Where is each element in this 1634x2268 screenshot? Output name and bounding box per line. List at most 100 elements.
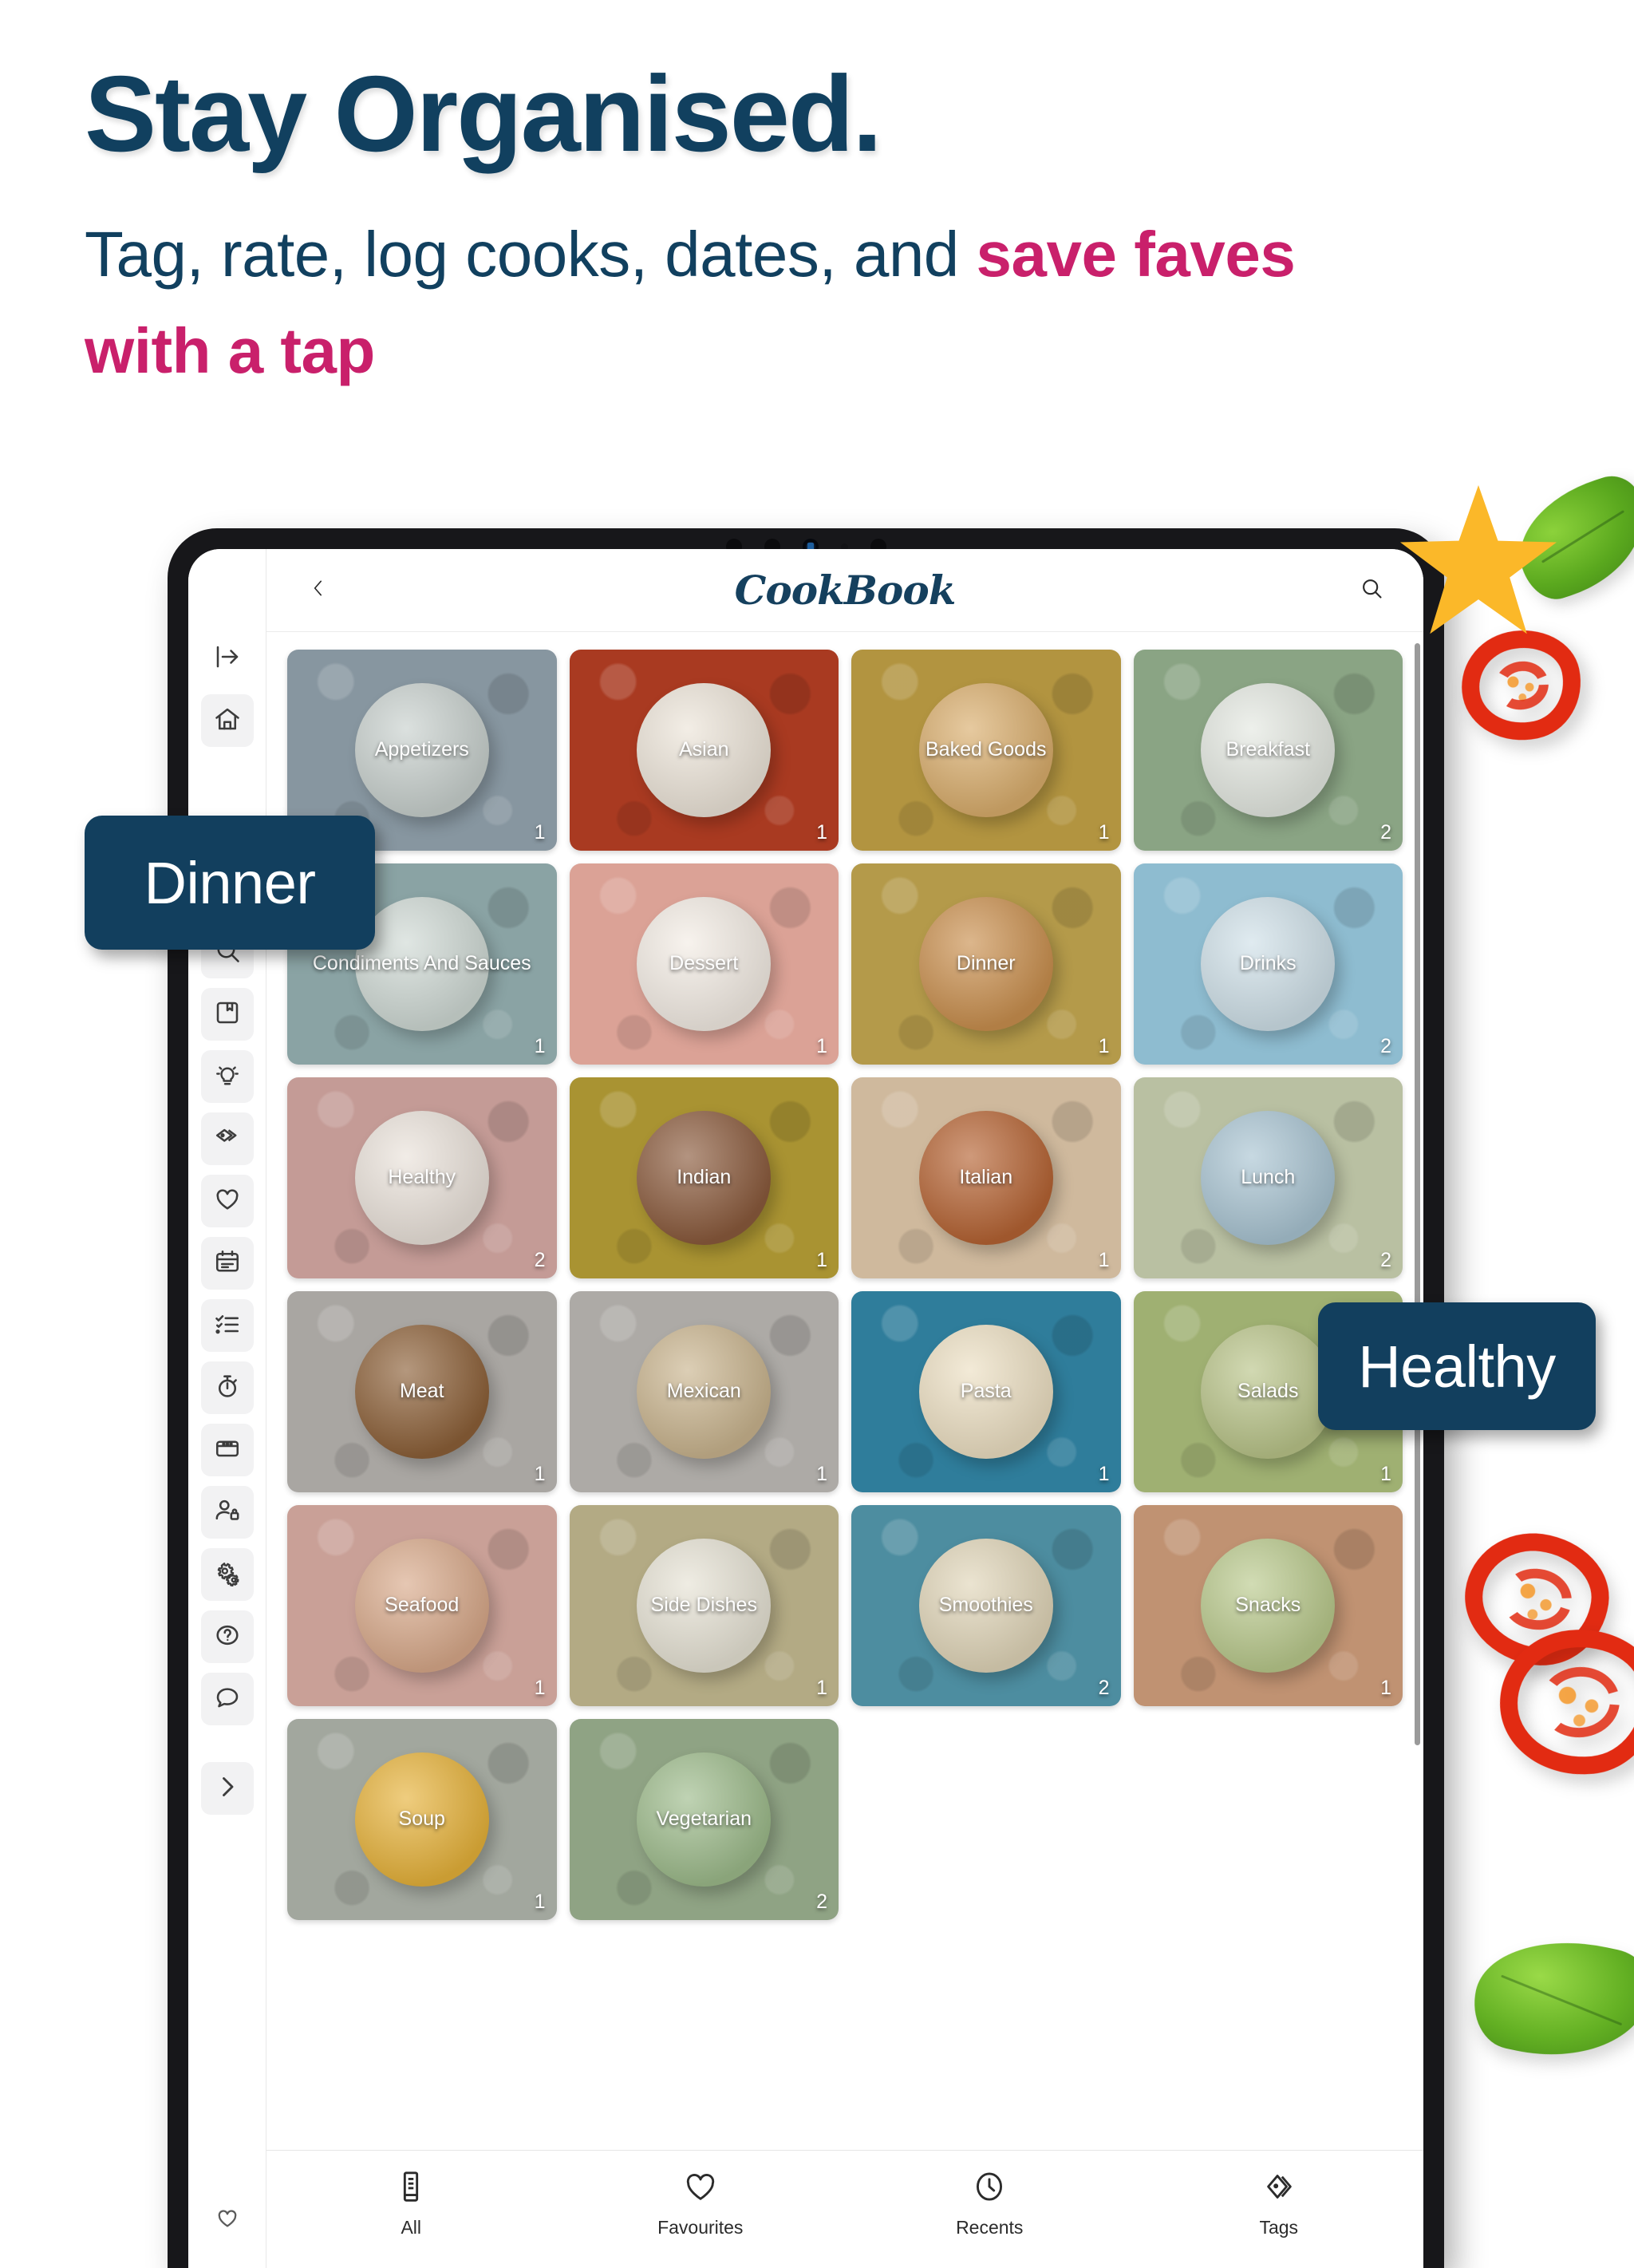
category-card[interactable]: Dessert 1 [569,863,839,1065]
panel-expand-icon [213,642,242,675]
sidebar-item-feedback[interactable] [200,1673,254,1725]
page-title: Stay Organised. [85,53,882,174]
sidebar-item-account-privacy[interactable] [200,1486,254,1539]
category-label: Seafood [385,1594,460,1617]
sidebar-item-shopping-list[interactable] [200,1299,254,1352]
promo-subtitle: Tag, rate, log cooks, dates, and save fa… [85,206,1425,400]
checklist-icon [213,1310,242,1342]
tab-label: Tags [1259,2217,1299,2238]
sidebar-rail [188,549,266,2268]
category-count: 1 [816,1035,827,1057]
category-label: Asian [678,738,729,761]
category-count: 2 [1098,1677,1110,1699]
category-label: Breakfast [1226,738,1311,761]
category-card[interactable]: Mexican 1 [569,1291,839,1492]
scrollbar-thumb[interactable] [1415,643,1420,1745]
sidebar-item-ideas[interactable] [200,1050,254,1103]
sidebar-item-home[interactable] [200,694,254,747]
tab-recents[interactable]: Recents [902,2168,1077,2238]
search-button[interactable] [1348,567,1395,614]
category-card[interactable]: Snacks 1 [1133,1505,1403,1706]
home-icon [213,705,242,737]
category-card[interactable]: Side Dishes 1 [569,1505,839,1706]
lightbulb-icon [213,1061,242,1093]
category-card[interactable]: Pasta 1 [851,1291,1121,1492]
back-button[interactable] [295,567,341,614]
category-count: 1 [1098,1249,1110,1271]
red-pepper-slice-icon [1456,1524,1617,1674]
sidebar-item-favourites[interactable] [200,1175,254,1227]
tag-icon [213,1123,242,1156]
tab-all[interactable]: All [323,2168,499,2238]
callout-badge-healthy: Healthy [1318,1302,1596,1430]
category-card[interactable]: Drinks 2 [1133,863,1403,1065]
category-card[interactable]: Healthy 2 [287,1077,557,1278]
sidebar-item-timers[interactable] [200,1361,254,1414]
bottom-tab-bar: All Favourites Recents Tags [266,2150,1423,2268]
sidebar-item-expand-more[interactable] [200,1762,254,1815]
category-card[interactable]: Lunch 2 [1133,1077,1403,1278]
category-label: Baked Goods [926,738,1047,761]
sidebar-item-window[interactable] [200,1424,254,1476]
tab-favourites[interactable]: Favourites [613,2168,788,2238]
category-count: 2 [1380,1249,1391,1271]
category-card[interactable]: Breakfast 2 [1133,650,1403,851]
category-card[interactable]: Vegetarian 2 [569,1719,839,1920]
user-lock-icon [213,1496,242,1529]
category-count: 2 [1380,1035,1391,1057]
tab-label: All [401,2217,422,2238]
category-label: Soup [398,1808,445,1831]
search-icon [1359,575,1384,605]
chevron-left-icon [308,572,329,608]
category-card[interactable]: Italian 1 [851,1077,1121,1278]
chevron-right-icon [213,1772,242,1805]
promo-subtitle-plain: Tag, rate, log cooks, dates, and [85,218,977,290]
category-card[interactable]: Asian 1 [569,650,839,851]
tab-label: Favourites [657,2217,744,2238]
sidebar-item-tags[interactable] [200,1112,254,1165]
category-card[interactable]: Dinner 1 [851,863,1121,1065]
sidebar-item-settings[interactable] [200,1548,254,1601]
category-count: 1 [1098,821,1110,844]
sidebar-item-help[interactable] [200,1610,254,1663]
timer-icon [213,1372,242,1405]
tag-icon [1261,2168,1297,2209]
sidebar-item-meal-planner[interactable] [200,1237,254,1290]
category-count: 1 [534,1677,546,1699]
tablet-screen: CookBook Appetizers 1 Asian 1 Baked Goods 1 Br… [188,549,1423,2268]
category-card[interactable]: Indian 1 [569,1077,839,1278]
sidebar-item-recipe-book[interactable] [200,988,254,1041]
category-card[interactable]: Baked Goods 1 [851,650,1121,851]
category-label: Pasta [960,1380,1012,1403]
category-label: Salads [1237,1380,1299,1403]
category-count: 1 [816,1463,827,1485]
sidebar-item-expand-sidebar[interactable] [201,632,254,685]
tab-tags[interactable]: Tags [1191,2168,1367,2238]
category-label: Smoothies [938,1594,1033,1617]
category-count: 1 [816,1677,827,1699]
category-card[interactable]: Smoothies 2 [851,1505,1121,1706]
category-count: 1 [816,821,827,844]
basil-leaf-icon [1503,468,1634,607]
window-icon [213,1434,242,1467]
book-icon [213,998,242,1031]
category-label: Appetizers [374,738,469,761]
category-count: 2 [816,1891,827,1913]
basil-leaf-icon [1465,1922,1634,2076]
question-circle-icon [213,1621,242,1654]
category-count: 1 [534,821,546,844]
sidebar-favourite-shortcut[interactable] [188,2207,266,2234]
category-card[interactable]: Soup 1 [287,1719,557,1920]
category-grid-scroll[interactable]: Appetizers 1 Asian 1 Baked Goods 1 Breakfast 2 C… [266,632,1423,2150]
book-page-icon [393,2168,429,2209]
callout-badge-dinner: Dinner [85,816,375,950]
category-label: Dinner [956,952,1016,975]
category-grid: Appetizers 1 Asian 1 Baked Goods 1 Breakfast 2 C… [287,650,1403,1920]
category-card[interactable]: Seafood 1 [287,1505,557,1706]
app-main-pane: CookBook Appetizers 1 Asian 1 Baked Goods 1 Br… [266,549,1423,2268]
category-count: 1 [1098,1463,1110,1485]
app-topbar: CookBook [266,549,1423,632]
category-card[interactable]: Meat 1 [287,1291,557,1492]
clock-icon [971,2168,1008,2209]
category-label: Indian [677,1166,732,1189]
